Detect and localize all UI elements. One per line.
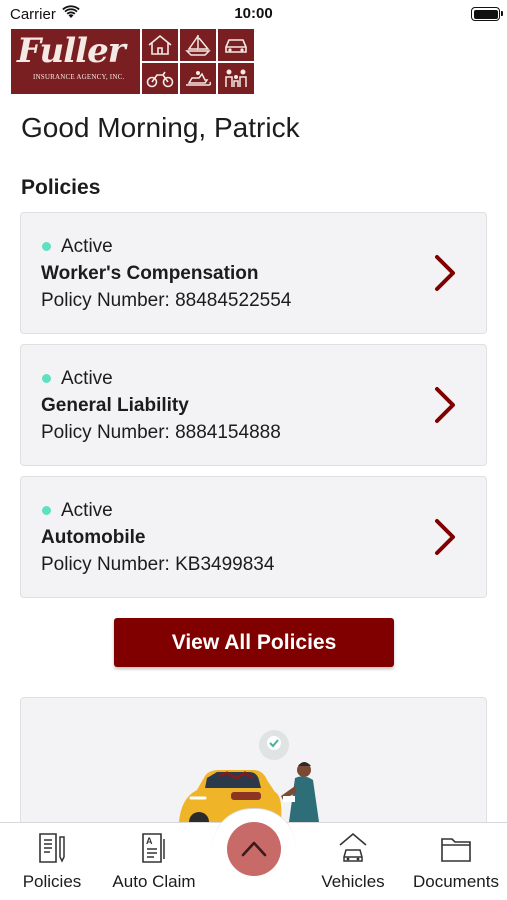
snowmobile-icon: [180, 62, 216, 94]
chevron-up-icon: [241, 841, 267, 857]
clock: 10:00: [234, 5, 273, 22]
greeting-heading: Good Morning, Patrick: [21, 112, 300, 143]
tab-label: Documents: [413, 872, 499, 891]
policy-card-workers-compensation[interactable]: Active Worker's Compensation Policy Numb…: [20, 212, 487, 334]
chevron-right-icon[interactable]: [431, 517, 459, 557]
svg-text:A: A: [146, 836, 153, 846]
policy-name: Worker's Compensation: [41, 263, 259, 284]
battery-icon: [471, 7, 503, 21]
tab-policies[interactable]: Policies: [2, 831, 102, 897]
policy-number: Policy Number: 8884154888: [41, 422, 281, 443]
policies-section-title: Policies: [21, 176, 101, 199]
house-icon: [142, 29, 178, 61]
active-status-dot: [42, 374, 51, 383]
car-icon: [218, 29, 254, 61]
logo-wordmark: Fuller: [17, 31, 126, 71]
policy-name: Automobile: [41, 527, 146, 548]
motorcycle-icon: [142, 62, 178, 94]
vehicle-garage-icon: [339, 832, 367, 862]
tab-vehicles[interactable]: Vehicles: [303, 831, 403, 897]
tab-label: Policies: [22, 872, 82, 891]
active-status-dot: [42, 506, 51, 515]
view-all-policies-button[interactable]: View All Policies: [114, 618, 394, 667]
policy-name: General Liability: [41, 395, 189, 416]
policies-document-icon: [39, 833, 65, 863]
expand-menu-button[interactable]: [227, 822, 281, 876]
tab-label: Vehicles: [321, 872, 385, 891]
tab-auto-claim[interactable]: A Auto Claim: [104, 831, 204, 897]
chevron-right-icon[interactable]: [431, 385, 459, 425]
policy-number: Policy Number: 88484522554: [41, 290, 292, 311]
status-bar: Carrier 10:00: [0, 0, 507, 28]
folder-icon: [441, 838, 471, 862]
policy-card-automobile[interactable]: Active Automobile Policy Number: KB34998…: [20, 476, 487, 598]
sailboat-icon: [180, 29, 216, 61]
policy-number: Policy Number: KB3499834: [41, 554, 275, 575]
active-status-dot: [42, 242, 51, 251]
family-icon: [218, 62, 254, 94]
logo-wordmark-block: Fuller INSURANCE AGENCY, INC.: [11, 29, 140, 94]
policy-status: Active: [61, 500, 113, 521]
logo-tagline: INSURANCE AGENCY, INC.: [33, 73, 125, 81]
tab-label: Auto Claim: [112, 872, 196, 891]
policy-status: Active: [61, 236, 113, 257]
auto-claim-icon: A: [142, 833, 165, 863]
policy-card-general-liability[interactable]: Active General Liability Policy Number: …: [20, 344, 487, 466]
chevron-right-icon[interactable]: [431, 253, 459, 293]
brand-logo: Fuller INSURANCE AGENCY, INC.: [11, 29, 254, 94]
policy-status: Active: [61, 368, 113, 389]
tab-documents[interactable]: Documents: [406, 831, 506, 897]
